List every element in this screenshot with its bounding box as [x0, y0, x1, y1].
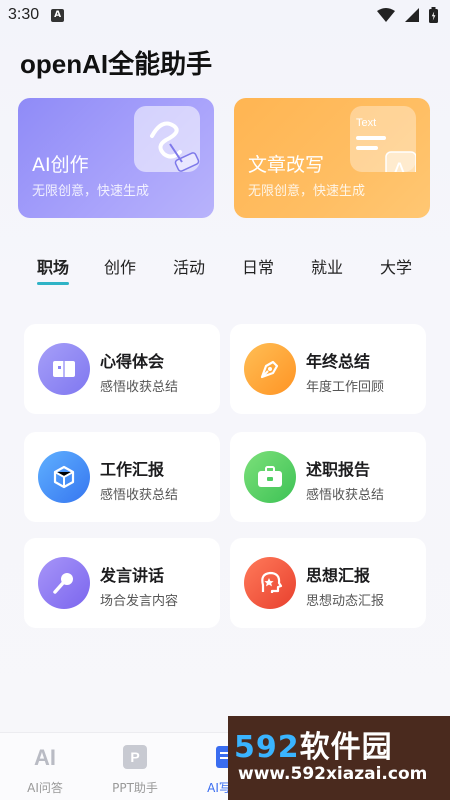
signal-icon — [405, 8, 419, 22]
hero-card-subtitle: 无限创意，快速生成 — [32, 184, 150, 199]
card-title: 发言讲话 — [100, 566, 165, 585]
card-subtitle: 年度工作回顾 — [306, 380, 385, 395]
app-title: openAI全能助手 — [20, 49, 213, 79]
ai-icon-text: AI — [34, 745, 56, 770]
text-document-icon: Text A — [350, 106, 417, 187]
star-head-icon — [244, 557, 296, 609]
watermark-url: www.592xiazai.com — [238, 764, 428, 784]
tab-workplace[interactable]: 职场 — [37, 254, 69, 278]
site-watermark: 592软件园 www.592xiazai.com — [228, 716, 450, 800]
card-speech[interactable]: 发言讲话 场合发言内容 — [24, 538, 220, 628]
card-title: 述职报告 — [306, 460, 371, 479]
card-work-report[interactable]: 工作汇报 感悟收获总结 — [24, 432, 220, 522]
hero-card-title: 文章改写 — [248, 154, 325, 176]
book-icon — [38, 343, 90, 395]
microphone-icon — [38, 557, 90, 609]
hero-card-ai-create[interactable]: AI创作 无限创意，快速生成 — [18, 98, 214, 218]
pen-scribble-icon — [134, 106, 200, 172]
cube-icon — [38, 451, 90, 503]
card-subtitle: 感悟收获总结 — [100, 488, 179, 503]
ai-icon: AI — [34, 745, 56, 771]
card-subtitle: 感悟收获总结 — [100, 380, 179, 395]
card-thought-report[interactable]: 思想汇报 思想动态汇报 — [230, 538, 426, 628]
card-subtitle: 思想动态汇报 — [306, 594, 385, 609]
category-tabs: 职场 创作 活动 日常 就业 大学 — [0, 254, 450, 294]
hero-card-title: AI创作 — [32, 154, 89, 176]
watermark-number: 592 — [234, 730, 300, 765]
active-tab-indicator — [37, 282, 69, 285]
status-bar: 3:30 A — [0, 0, 450, 30]
card-experience[interactable]: 心得体会 感悟收获总结 — [24, 324, 220, 414]
ppt-icon: P — [123, 745, 147, 769]
tab-daily[interactable]: 日常 — [242, 254, 274, 278]
deco-letter: A — [392, 158, 407, 172]
card-year-end-summary[interactable]: 年终总结 年度工作回顾 — [230, 324, 426, 414]
tab-employment[interactable]: 就业 — [311, 254, 343, 278]
tab-university[interactable]: 大学 — [380, 254, 412, 278]
nav-label: PPT助手 — [112, 781, 158, 795]
card-title: 工作汇报 — [100, 460, 165, 479]
nav-ppt-assistant[interactable]: P PPT助手 — [90, 733, 180, 800]
card-title: 思想汇报 — [306, 566, 371, 585]
battery-icon — [429, 7, 438, 23]
card-title: 年终总结 — [306, 352, 371, 371]
deco-text-label: Text — [356, 117, 376, 129]
card-title: 心得体会 — [100, 352, 165, 371]
nav-ai-qa[interactable]: AI AI问答 — [0, 733, 90, 800]
card-duty-report[interactable]: 述职报告 感悟收获总结 — [230, 432, 426, 522]
watermark-brand: 软件园 — [299, 730, 393, 765]
hero-card-rewrite[interactable]: Text A 文章改写 无限创意，快速生成 — [234, 98, 430, 218]
pen-nib-icon — [244, 343, 296, 395]
notification-a-icon: A — [51, 8, 65, 22]
card-subtitle: 场合发言内容 — [100, 594, 179, 609]
tab-activity[interactable]: 活动 — [173, 254, 205, 278]
tab-creation[interactable]: 创作 — [104, 254, 136, 278]
status-time: 3:30 — [8, 6, 40, 23]
card-subtitle: 感悟收获总结 — [306, 488, 385, 503]
nav-label: AI问答 — [27, 781, 63, 795]
ppt-icon-text: P — [130, 749, 140, 765]
wifi-icon — [377, 8, 395, 22]
hero-card-subtitle: 无限创意，快速生成 — [248, 184, 366, 199]
briefcase-icon — [244, 451, 296, 503]
